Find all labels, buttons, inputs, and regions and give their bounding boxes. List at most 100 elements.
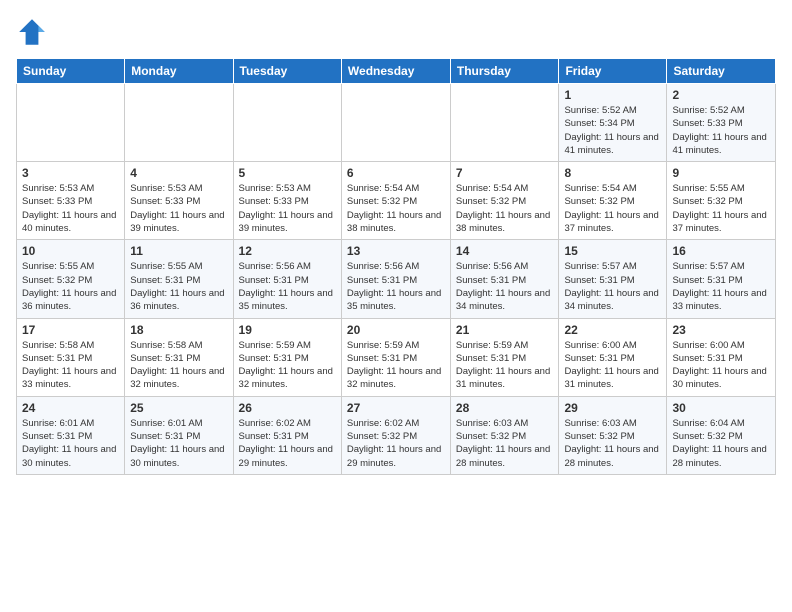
calendar-cell: 28 Sunrise: 6:03 AM Sunset: 5:32 PM Dayli… [450,396,559,474]
day-info: Sunrise: 5:55 AM Sunset: 5:32 PM Dayligh… [22,260,119,313]
calendar-cell: 7Sunrise: 5:54 AM Sunset: 5:32 PM Daylig… [450,162,559,240]
calendar-week-row: 17 Sunrise: 5:58 AM Sunset: 5:31 PM Dayli… [17,318,776,396]
day-info: Sunrise: 6:02 AM Sunset: 5:32 PM Dayligh… [347,417,445,470]
day-number: 4 [130,166,227,180]
day-info: Sunrise: 5:58 AM Sunset: 5:31 PM Dayligh… [130,339,227,392]
day-number: 20 [347,323,445,337]
calendar-cell: 3 Sunrise: 5:53 AM Sunset: 5:33 PM Daylig… [17,162,125,240]
calendar-cell: 27 Sunrise: 6:02 AM Sunset: 5:32 PM Dayli… [341,396,450,474]
calendar-cell: 11Sunrise: 5:55 AM Sunset: 5:31 PM Dayli… [125,240,233,318]
day-info: Sunrise: 6:04 AM Sunset: 5:32 PM Dayligh… [672,417,770,470]
day-info: Sunrise: 5:53 AM Sunset: 5:33 PM Dayligh… [22,182,119,235]
calendar-cell: 30 Sunrise: 6:04 AM Sunset: 5:32 PM Dayli… [667,396,776,474]
day-number: 9 [672,166,770,180]
day-info: Sunrise: 6:03 AM Sunset: 5:32 PM Dayligh… [456,417,554,470]
calendar-cell: 25 Sunrise: 6:01 AM Sunset: 5:31 PM Dayli… [125,396,233,474]
day-info: Sunrise: 5:59 AM Sunset: 5:31 PM Dayligh… [456,339,554,392]
day-info: Sunrise: 5:56 AM Sunset: 5:31 PM Dayligh… [456,260,554,313]
day-info: Sunrise: 6:01 AM Sunset: 5:31 PM Dayligh… [22,417,119,470]
day-number: 8 [564,166,661,180]
calendar-week-row: 24 Sunrise: 6:01 AM Sunset: 5:31 PM Dayli… [17,396,776,474]
calendar-cell: 13Sunrise: 5:56 AM Sunset: 5:31 PM Dayli… [341,240,450,318]
calendar-cell [233,84,341,162]
calendar-cell: 21 Sunrise: 5:59 AM Sunset: 5:31 PM Dayli… [450,318,559,396]
day-info: Sunrise: 5:58 AM Sunset: 5:31 PM Dayligh… [22,339,119,392]
calendar-cell: 14 Sunrise: 5:56 AM Sunset: 5:31 PM Dayli… [450,240,559,318]
day-info: Sunrise: 5:57 AM Sunset: 5:31 PM Dayligh… [672,260,770,313]
day-number: 22 [564,323,661,337]
day-info: Sunrise: 6:02 AM Sunset: 5:31 PM Dayligh… [239,417,336,470]
day-info: Sunrise: 5:54 AM Sunset: 5:32 PM Dayligh… [456,182,554,235]
logo [16,16,50,48]
day-number: 18 [130,323,227,337]
calendar-cell [450,84,559,162]
calendar-header-row: SundayMondayTuesdayWednesdayThursdayFrid… [17,59,776,84]
day-info: Sunrise: 5:55 AM Sunset: 5:32 PM Dayligh… [672,182,770,235]
calendar-cell: 23Sunrise: 6:00 AM Sunset: 5:31 PM Dayli… [667,318,776,396]
day-number: 12 [239,244,336,258]
calendar-cell: 26 Sunrise: 6:02 AM Sunset: 5:31 PM Dayli… [233,396,341,474]
day-info: Sunrise: 5:59 AM Sunset: 5:31 PM Dayligh… [347,339,445,392]
day-number: 25 [130,401,227,415]
calendar-cell: 29 Sunrise: 6:03 AM Sunset: 5:32 PM Dayli… [559,396,667,474]
day-number: 29 [564,401,661,415]
calendar-cell: 22Sunrise: 6:00 AM Sunset: 5:31 PM Dayli… [559,318,667,396]
day-number: 1 [564,88,661,102]
calendar-cell: 24 Sunrise: 6:01 AM Sunset: 5:31 PM Dayli… [17,396,125,474]
day-number: 23 [672,323,770,337]
calendar-cell [17,84,125,162]
day-info: Sunrise: 5:53 AM Sunset: 5:33 PM Dayligh… [130,182,227,235]
calendar-week-row: 3 Sunrise: 5:53 AM Sunset: 5:33 PM Daylig… [17,162,776,240]
weekday-header: Saturday [667,59,776,84]
day-info: Sunrise: 5:54 AM Sunset: 5:32 PM Dayligh… [347,182,445,235]
calendar-cell: 2Sunrise: 5:52 AM Sunset: 5:33 PM Daylig… [667,84,776,162]
calendar-cell: 4 Sunrise: 5:53 AM Sunset: 5:33 PM Daylig… [125,162,233,240]
weekday-header: Monday [125,59,233,84]
day-info: Sunrise: 5:53 AM Sunset: 5:33 PM Dayligh… [239,182,336,235]
day-info: Sunrise: 5:59 AM Sunset: 5:31 PM Dayligh… [239,339,336,392]
day-info: Sunrise: 5:52 AM Sunset: 5:33 PM Dayligh… [672,104,770,157]
calendar-cell: 5 Sunrise: 5:53 AM Sunset: 5:33 PM Daylig… [233,162,341,240]
day-number: 16 [672,244,770,258]
day-info: Sunrise: 5:52 AM Sunset: 5:34 PM Dayligh… [564,104,661,157]
day-number: 17 [22,323,119,337]
calendar-cell [341,84,450,162]
day-number: 21 [456,323,554,337]
calendar-cell: 18 Sunrise: 5:58 AM Sunset: 5:31 PM Dayli… [125,318,233,396]
day-number: 6 [347,166,445,180]
weekday-header: Wednesday [341,59,450,84]
day-number: 24 [22,401,119,415]
calendar-cell: 8 Sunrise: 5:54 AM Sunset: 5:32 PM Daylig… [559,162,667,240]
day-number: 30 [672,401,770,415]
day-number: 19 [239,323,336,337]
page-header [16,16,776,48]
day-info: Sunrise: 5:54 AM Sunset: 5:32 PM Dayligh… [564,182,661,235]
weekday-header: Friday [559,59,667,84]
day-number: 14 [456,244,554,258]
calendar-cell: 20 Sunrise: 5:59 AM Sunset: 5:31 PM Dayli… [341,318,450,396]
calendar-cell: 1 Sunrise: 5:52 AM Sunset: 5:34 PM Daylig… [559,84,667,162]
day-info: Sunrise: 5:56 AM Sunset: 5:31 PM Dayligh… [239,260,336,313]
calendar-table: SundayMondayTuesdayWednesdayThursdayFrid… [16,58,776,475]
calendar-week-row: 1 Sunrise: 5:52 AM Sunset: 5:34 PM Daylig… [17,84,776,162]
calendar-cell: 12 Sunrise: 5:56 AM Sunset: 5:31 PM Dayli… [233,240,341,318]
calendar-cell: 6 Sunrise: 5:54 AM Sunset: 5:32 PM Daylig… [341,162,450,240]
day-number: 3 [22,166,119,180]
day-info: Sunrise: 6:03 AM Sunset: 5:32 PM Dayligh… [564,417,661,470]
day-number: 28 [456,401,554,415]
weekday-header: Tuesday [233,59,341,84]
day-info: Sunrise: 6:01 AM Sunset: 5:31 PM Dayligh… [130,417,227,470]
calendar-cell: 10 Sunrise: 5:55 AM Sunset: 5:32 PM Dayli… [17,240,125,318]
day-number: 26 [239,401,336,415]
calendar-week-row: 10 Sunrise: 5:55 AM Sunset: 5:32 PM Dayli… [17,240,776,318]
calendar-cell: 9 Sunrise: 5:55 AM Sunset: 5:32 PM Daylig… [667,162,776,240]
day-number: 15 [564,244,661,258]
day-number: 5 [239,166,336,180]
day-number: 10 [22,244,119,258]
day-number: 27 [347,401,445,415]
calendar-cell: 17 Sunrise: 5:58 AM Sunset: 5:31 PM Dayli… [17,318,125,396]
calendar-cell [125,84,233,162]
day-info: Sunrise: 5:55 AM Sunset: 5:31 PM Dayligh… [130,260,227,313]
day-info: Sunrise: 5:57 AM Sunset: 5:31 PM Dayligh… [564,260,661,313]
weekday-header: Sunday [17,59,125,84]
